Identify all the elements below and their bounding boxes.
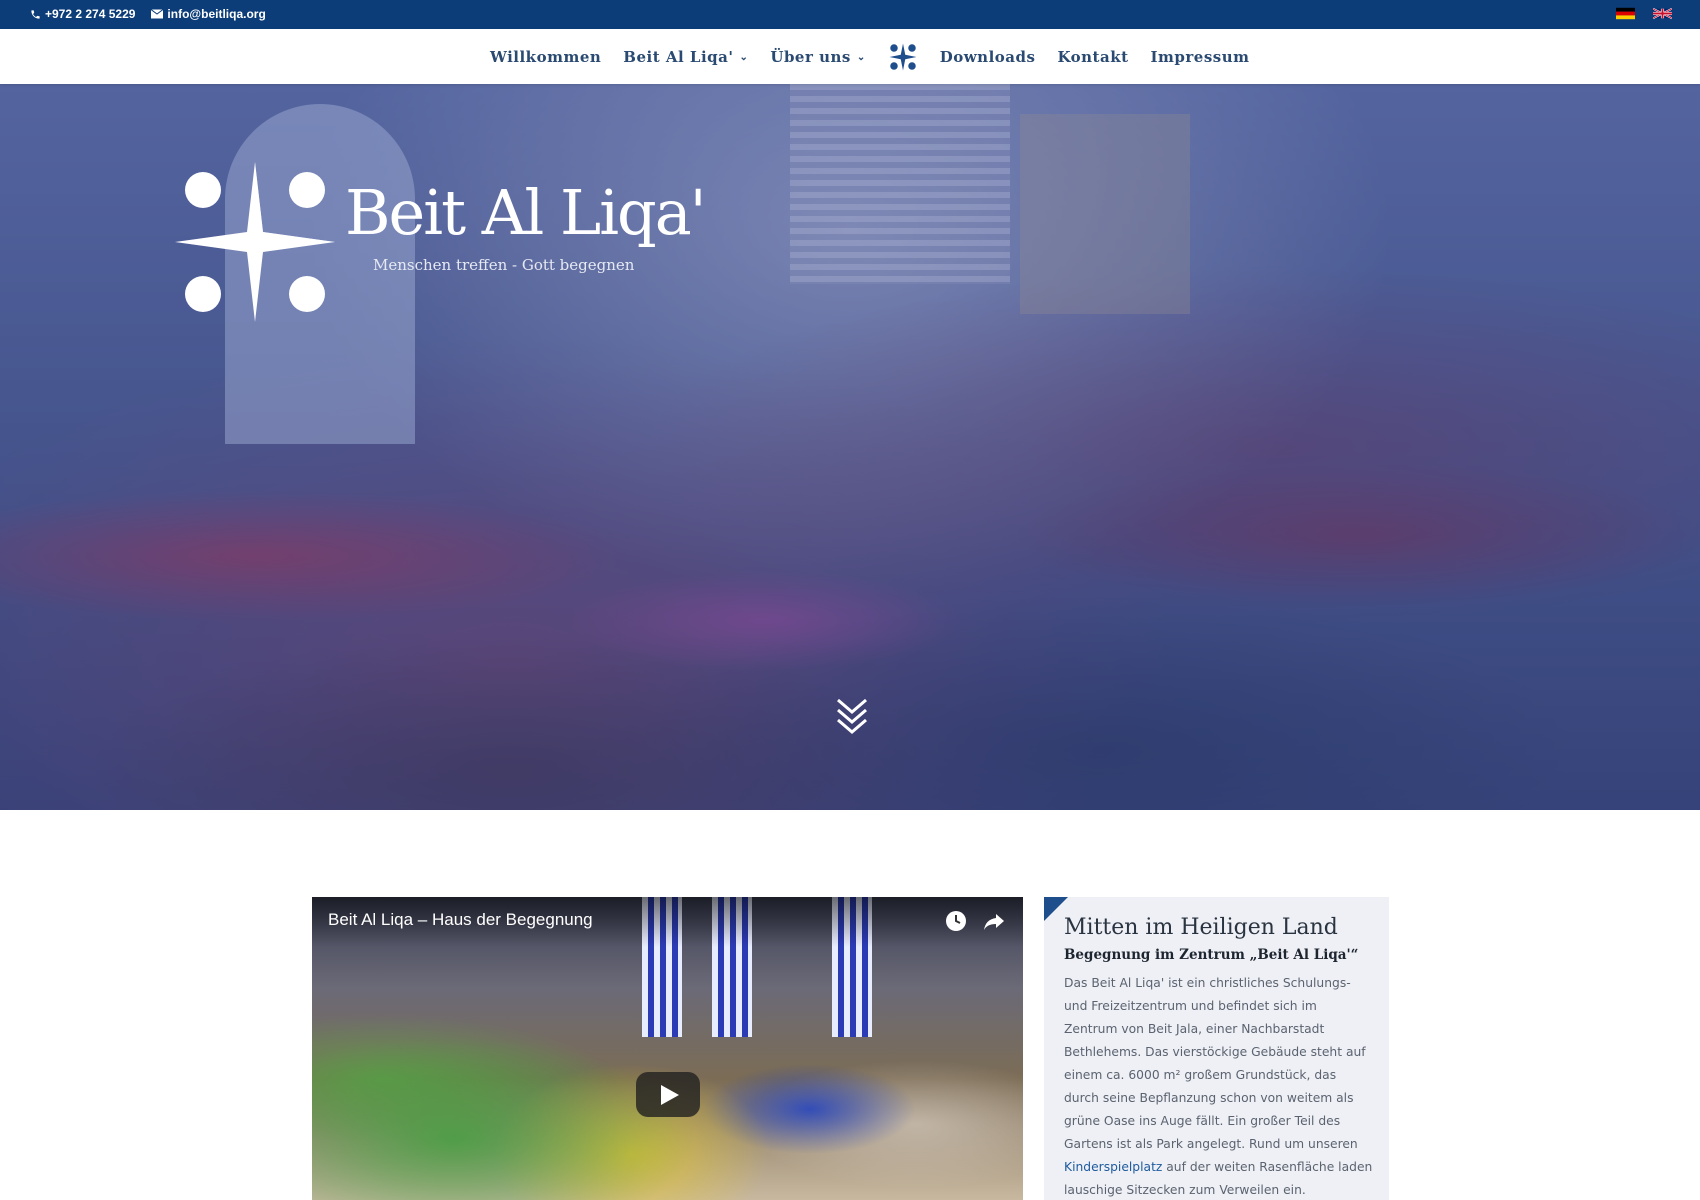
scroll-down-icon[interactable] <box>834 696 870 736</box>
nav-item-downloads[interactable]: Downloads <box>940 48 1036 66</box>
envelope-icon <box>151 9 164 19</box>
email-link[interactable]: info@beitliqa.org <box>151 7 266 21</box>
watch-later-icon[interactable] <box>944 909 968 933</box>
chevron-down-icon: ⌄ <box>739 52 749 63</box>
nav-item-impressum[interactable]: Impressum <box>1151 48 1250 66</box>
card-body: Das Beit Al Liqa' ist ein christliches S… <box>1064 972 1374 1200</box>
nav-item-beit-al-liqa[interactable]: Beit Al Liqa' ⌄ <box>623 48 748 66</box>
nav-item-kontakt[interactable]: Kontakt <box>1057 48 1128 66</box>
play-button[interactable] <box>636 1072 700 1117</box>
nav-item-label: Impressum <box>1150 47 1250 66</box>
top-bar: +972 2 274 5229 info@beitliqa.org <box>0 0 1700 29</box>
hero-logo: Beit Al Liqa' Menschen treffen - Gott be… <box>175 162 707 322</box>
hero-banner: Beit Al Liqa' Menschen treffen - Gott be… <box>0 84 1700 810</box>
video-player[interactable]: Beit Al Liqa – Haus der Begegnung <box>312 897 1023 1200</box>
nav-item-label: Downloads <box>939 47 1036 66</box>
nav-item-label: Willkommen <box>490 47 602 66</box>
nav-item-ueber-uns[interactable]: Über uns ⌄ <box>770 48 865 66</box>
card-body-text: Das Beit Al Liqa' ist ein christliches S… <box>1064 976 1366 1151</box>
contact-info: +972 2 274 5229 info@beitliqa.org <box>30 7 266 21</box>
nav-item-label: Über uns <box>770 47 851 66</box>
hero-tagline: Menschen treffen - Gott begegnen <box>373 256 635 274</box>
phone-icon <box>31 9 40 19</box>
nav-menu: Willkommen Beit Al Liqa' ⌄ Über uns ⌄ Down… <box>490 29 1272 84</box>
chevron-down-icon: ⌄ <box>856 52 866 63</box>
kinderspielplatz-link[interactable]: Kinderspielplatz <box>1064 1160 1162 1174</box>
site-logo-icon[interactable] <box>888 42 918 72</box>
nav-item-label: Beit Al Liqa' <box>623 47 734 66</box>
card-subheading: Begegnung im Zentrum „Beit Al Liqa'“ <box>1064 947 1359 963</box>
uk-flag-icon[interactable] <box>1653 7 1672 20</box>
share-icon[interactable] <box>982 909 1006 933</box>
info-card: Mitten im Heiligen Land Begegnung im Zen… <box>1044 897 1389 1200</box>
phone-link[interactable]: +972 2 274 5229 <box>30 7 135 21</box>
main-navigation: Willkommen Beit Al Liqa' ⌄ Über uns ⌄ Down… <box>0 29 1700 84</box>
beit-al-liqa-logo-icon <box>175 162 335 322</box>
nav-item-willkommen[interactable]: Willkommen <box>490 48 601 66</box>
language-switcher <box>1616 7 1672 20</box>
german-flag-icon[interactable] <box>1616 7 1635 20</box>
nav-item-label: Kontakt <box>1057 47 1129 66</box>
email-address: info@beitliqa.org <box>167 7 266 21</box>
phone-number: +972 2 274 5229 <box>45 7 136 21</box>
card-heading: Mitten im Heiligen Land <box>1064 915 1338 940</box>
hero-brand: Beit Al Liqa' Menschen treffen - Gott be… <box>345 176 707 275</box>
hero-brand-name: Beit Al Liqa' <box>345 176 707 249</box>
video-title[interactable]: Beit Al Liqa – Haus der Begegnung <box>328 910 593 930</box>
